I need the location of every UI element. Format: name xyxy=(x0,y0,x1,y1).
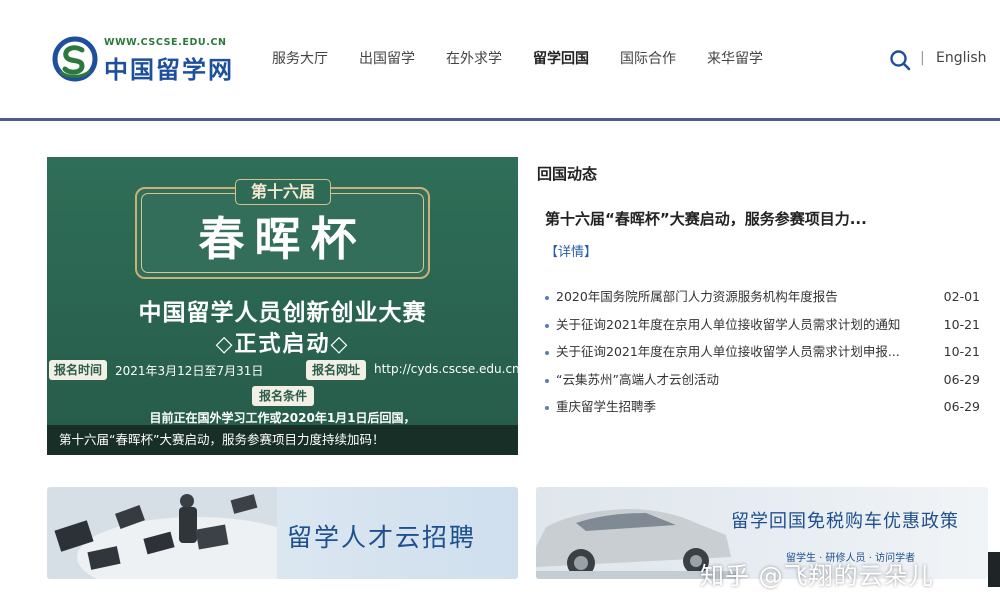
news-item-date: 10-21 xyxy=(943,316,980,332)
banner-launch-text: ◇正式启动◇ xyxy=(215,331,350,357)
news-section-heading: 回国动态 xyxy=(537,165,598,183)
news-list-item[interactable]: 关于征询2021年度在京用人单位接收留学人员需求计划申报... 10-21 xyxy=(545,342,980,370)
news-list-item[interactable]: “云集苏州”高端人才云创活动 06-29 xyxy=(545,370,980,398)
bullet-dot-icon xyxy=(545,351,549,355)
search-icon[interactable] xyxy=(889,49,911,71)
banner-caption-link[interactable]: 第十六届“春晖杯”大赛启动，服务参赛项目力度持续加码！ xyxy=(47,425,518,455)
banner-time-value: 2021年3月12日至7月31日 xyxy=(115,364,264,378)
featured-banner[interactable]: 第十六届 春晖杯 中国留学人员创新创业大赛 ◇正式启动◇ 报名时间 2021年3… xyxy=(47,157,518,455)
news-item-title[interactable]: 2020年国务院所属部门人力资源服务机构年度报告 xyxy=(556,287,911,307)
news-list-item[interactable]: 2020年国务院所属部门人力资源服务机构年度报告 02-01 xyxy=(545,287,980,315)
news-item-title[interactable]: 重庆留学生招聘季 xyxy=(556,397,911,417)
cloud-recruitment-card[interactable]: 留学人才云招聘 xyxy=(47,487,518,579)
banner-subtitle: 中国留学人员创新创业大赛 xyxy=(138,299,427,326)
nav-item-international-cooperation[interactable]: 国际合作 xyxy=(620,48,676,72)
banner-time-label: 报名时间 xyxy=(49,360,107,380)
duty-free-car-title: 留学回国免税购车优惠政策 xyxy=(731,511,959,532)
news-item-title[interactable]: 关于征询2021年度在京用人单位接收留学人员需求计划申报... xyxy=(556,342,911,362)
logo-site-name: 中国留学网 xyxy=(104,55,234,84)
banner-url-label: 报名网址 xyxy=(306,360,366,380)
news-item-title[interactable]: 关于征询2021年度在京用人单位接收留学人员需求计划的通知 xyxy=(556,315,911,335)
bullet-dot-icon xyxy=(545,406,549,410)
office-photo-illustration-icon xyxy=(47,487,277,579)
banner-edition-tag: 第十六届 xyxy=(235,179,331,205)
header-divider xyxy=(0,118,1000,121)
bullet-dot-icon xyxy=(545,323,549,328)
site-header: WWW.CSCSE.EDU.CN 中国留学网 服务大厅 出国留学 在外求学 留学… xyxy=(0,0,1000,118)
banner-title: 春晖杯 xyxy=(198,212,367,266)
nav-item-returnees[interactable]: 留学回国 xyxy=(533,48,589,72)
news-item-date: 10-21 xyxy=(943,344,980,359)
logo-url-text: WWW.CSCSE.EDU.CN xyxy=(104,37,227,48)
zhihu-watermark: 知乎 @飞翔的云朵儿 xyxy=(700,562,934,590)
header-separator: | xyxy=(920,50,925,66)
nav-item-service-hall[interactable]: 服务大厅 xyxy=(272,48,328,72)
news-item-date: 06-29 xyxy=(943,399,980,414)
language-switch-english[interactable]: English xyxy=(936,50,987,66)
news-headline-link[interactable]: 第十六届“春晖杯”大赛启动，服务参赛项目力... xyxy=(545,208,990,229)
news-item-title[interactable]: “云集苏州”高端人才云创活动 xyxy=(556,370,911,390)
logo-emblem-icon xyxy=(52,36,98,82)
news-list-item[interactable]: 关于征询2021年度在京用人单位接收留学人员需求计划的通知 10-21 xyxy=(545,315,980,343)
banner-url-value: http://cyds.cscse.edu.cn xyxy=(374,362,518,376)
nav-item-study-abroad[interactable]: 出国留学 xyxy=(359,48,415,72)
bullet-dot-icon xyxy=(545,378,549,383)
news-item-date: 02-01 xyxy=(943,289,980,304)
news-list-item[interactable]: 重庆留学生招聘季 06-29 xyxy=(545,397,980,425)
nav-item-study-in-china[interactable]: 来华留学 xyxy=(707,48,763,72)
nav-item-studying-overseas[interactable]: 在外求学 xyxy=(446,48,502,72)
news-item-date: 06-29 xyxy=(943,371,980,387)
news-list: 2020年国务院所属部门人力资源服务机构年度报告 02-01 关于征询2021年… xyxy=(545,287,980,425)
site-logo[interactable]: WWW.CSCSE.EDU.CN 中国留学网 xyxy=(52,36,232,84)
news-detail-link[interactable]: 【详情】 xyxy=(545,241,597,260)
bullet-dot-icon xyxy=(545,296,549,300)
banner-condition-label: 报名条件 xyxy=(252,386,314,406)
edge-dark-strip xyxy=(988,552,1000,587)
cloud-recruitment-title: 留学人才云招聘 xyxy=(287,523,477,552)
main-nav: 服务大厅 出国留学 在外求学 留学回国 国际合作 来华留学 xyxy=(272,48,794,72)
banner-condition-text: 目前正在国外学习工作或2020年1月1日后回国， xyxy=(149,411,416,425)
